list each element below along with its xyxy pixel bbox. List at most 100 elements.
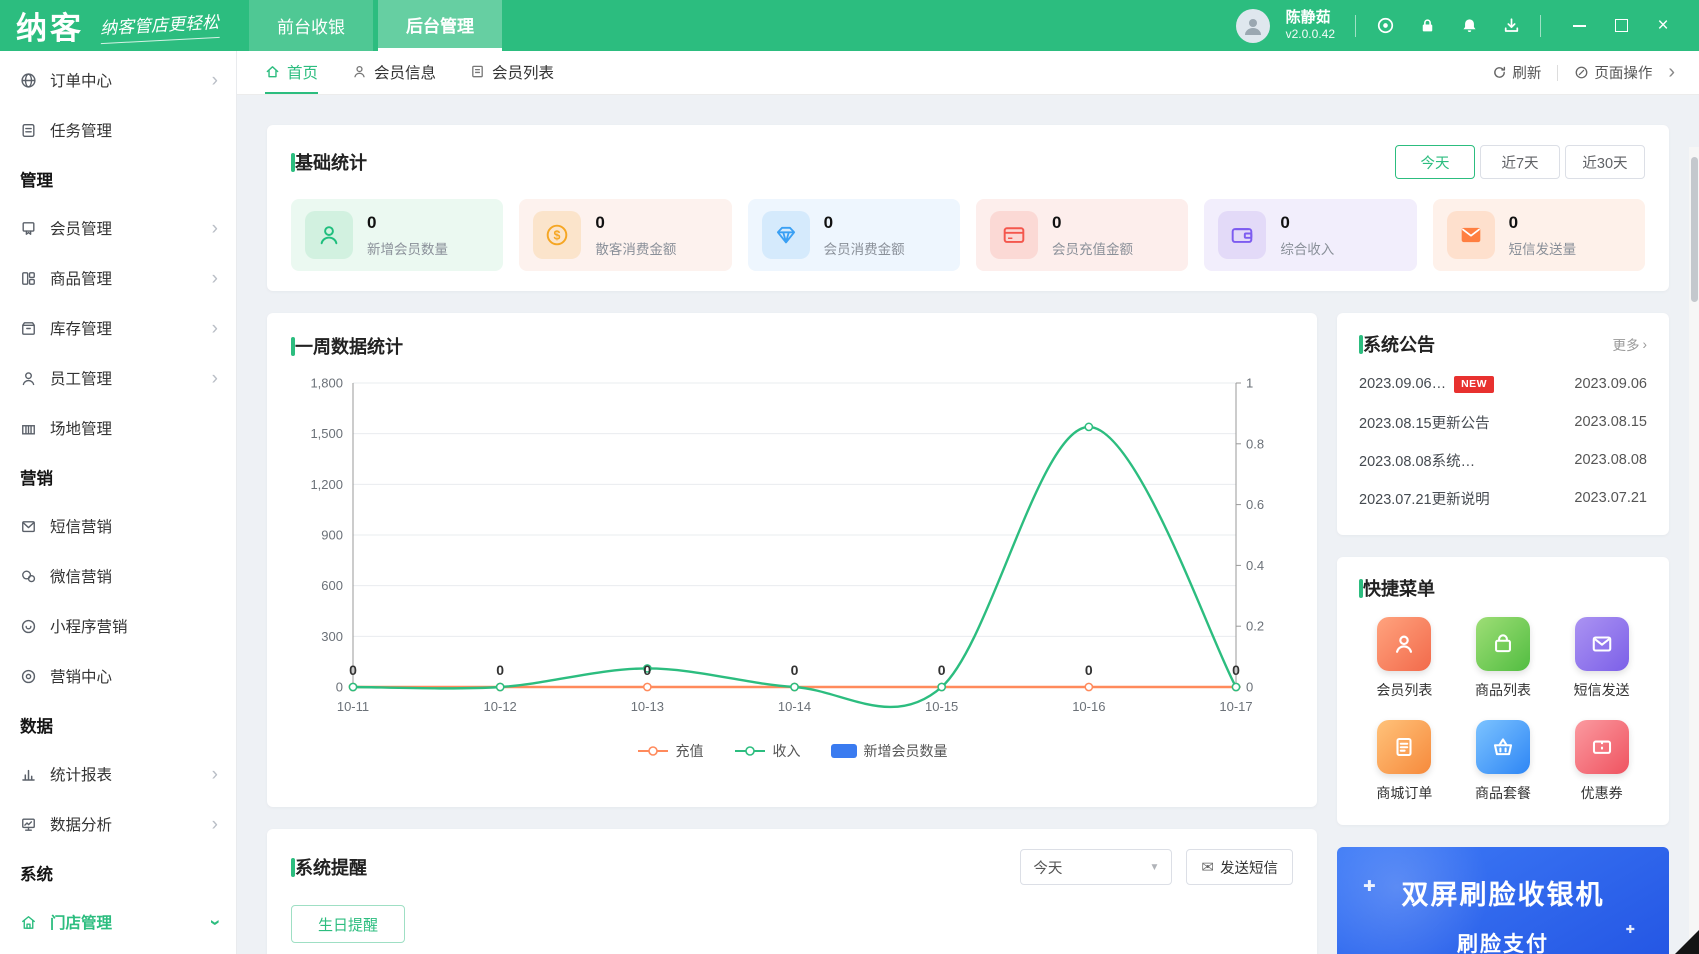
new-badge: NEW <box>1454 375 1495 393</box>
banner-title: 双屏刷脸收银机 <box>1401 880 1605 910</box>
period-today-button[interactable]: 今天 <box>1395 145 1475 179</box>
quick-mall-orders[interactable]: 商城订单 <box>1376 720 1432 803</box>
quick-label: 会员列表 <box>1376 682 1433 698</box>
chevron-right-icon[interactable]: › <box>1668 61 1675 84</box>
reminder-period-select[interactable]: 今天 ▼ <box>1020 849 1173 885</box>
lock-icon[interactable] <box>1414 13 1440 39</box>
sidebar-item-sms-marketing[interactable]: 短信营销 <box>0 501 236 551</box>
document-icon <box>1377 720 1432 774</box>
minimize-button[interactable] <box>1563 11 1595 41</box>
legend-item-recharge[interactable]: 充值 <box>637 741 704 761</box>
weekly-stats-title: 一周数据统计 <box>295 337 403 357</box>
sidebar-item-label: 场地管理 <box>50 421 113 438</box>
birthday-reminder-tab[interactable]: 生日提醒 <box>291 905 405 943</box>
quick-menu-title: 快捷菜单 <box>1363 579 1435 599</box>
svg-text:1,500: 1,500 <box>310 426 343 441</box>
download-icon[interactable] <box>1498 13 1524 39</box>
mail-icon <box>1446 211 1495 259</box>
app-version: v2.0.0.42 <box>1285 27 1335 42</box>
sidebar-item-task[interactable]: 任务管理 <box>0 105 236 155</box>
goods-icon <box>22 271 35 285</box>
divider <box>1355 14 1356 37</box>
chevron-right-icon: › <box>211 69 218 91</box>
quick-goods-list[interactable]: 商品列表 <box>1475 617 1531 700</box>
stats-title: 基础统计 <box>295 153 367 173</box>
venue-icon <box>22 424 35 435</box>
svg-text:1,800: 1,800 <box>310 376 343 391</box>
tab-member-list[interactable]: 会员列表 <box>470 51 554 94</box>
sidebar-item-store[interactable]: 门店管理 › <box>0 897 236 947</box>
notice-more-link[interactable]: 更多 › <box>1613 334 1648 354</box>
sidebar-item-report[interactable]: 统计报表 › <box>0 749 236 799</box>
quick-member-list[interactable]: 会员列表 <box>1376 617 1432 700</box>
corner-expand-button[interactable] <box>1675 930 1699 954</box>
nav-cashier[interactable]: 前台收银 <box>249 0 373 51</box>
sidebar-item-staff[interactable]: 员工管理 › <box>0 353 236 403</box>
report-icon <box>22 769 35 781</box>
nav-admin[interactable]: 后台管理 <box>378 0 502 51</box>
quick-menu-grid: 会员列表 商品列表 短信发送 商城订单 商品套餐 优惠券 <box>1359 617 1647 803</box>
chart-legend: 充值 收入 新增会员数量 <box>291 741 1293 761</box>
avatar-person-icon <box>1244 18 1261 35</box>
sidebar-item-goods[interactable]: 商品管理 › <box>0 253 236 303</box>
sidebar-item-marketing-center[interactable]: 营销中心 <box>0 651 236 701</box>
period-7days-button[interactable]: 近7天 <box>1480 145 1560 179</box>
send-sms-label: 发送短信 <box>1220 860 1278 877</box>
sidebar-item-wechat-marketing[interactable]: 微信营销 <box>0 551 236 601</box>
legend-item-new-members[interactable]: 新增会员数量 <box>830 741 948 761</box>
stat-card-member-recharge: 0 会员充值金额 <box>975 199 1189 271</box>
sidebar-item-inventory[interactable]: 库存管理 › <box>0 303 236 353</box>
app-logo: 纳客 <box>16 11 84 46</box>
stat-card-member-spend: 0 会员消费金额 <box>747 199 960 271</box>
svg-text:10-14: 10-14 <box>778 699 811 714</box>
bell-icon[interactable] <box>1456 13 1482 39</box>
vertical-scrollbar[interactable] <box>1689 147 1699 954</box>
avatar[interactable] <box>1235 8 1270 43</box>
sidebar-item-miniapp-marketing[interactable]: 小程序营销 <box>0 601 236 651</box>
maximize-button[interactable] <box>1605 11 1637 41</box>
stat-value: 0 <box>367 212 377 232</box>
window-controls: × <box>1563 11 1679 41</box>
notice-item[interactable]: 2023.08.15更新公告 2023.08.15 <box>1359 403 1647 441</box>
quick-menu-card: 快捷菜单 会员列表 商品列表 短信发送 商城订单 商品套餐 优惠券 <box>1337 557 1669 825</box>
notice-item[interactable]: 2023.08.08系统… 2023.08.08 <box>1359 441 1647 479</box>
sidebar-item-analysis[interactable]: 数据分析 › <box>0 799 236 849</box>
quick-sms-send[interactable]: 短信发送 <box>1574 617 1630 700</box>
svg-text:0: 0 <box>349 662 357 678</box>
user-info[interactable]: 陈静茹 v2.0.0.42 <box>1286 8 1335 43</box>
person-icon <box>1377 617 1432 671</box>
system-notice-card: 系统公告 更多 › 2023.09.06… NEW 2023.09.06 2023… <box>1337 313 1669 535</box>
close-button[interactable]: × <box>1647 11 1679 41</box>
stat-value: 0 <box>595 212 605 232</box>
refresh-button[interactable]: 刷新 <box>1492 62 1541 83</box>
sidebar-item-label: 数据分析 <box>50 817 113 834</box>
tab-home[interactable]: 首页 <box>265 51 319 94</box>
page-ops-button[interactable]: 页面操作 <box>1574 62 1652 83</box>
svg-text:$: $ <box>554 229 561 243</box>
notice-item-title: 2023.09.06… <box>1359 376 1447 392</box>
tab-member-info[interactable]: 会员信息 <box>352 51 436 94</box>
send-sms-button[interactable]: ✉ 发送短信 <box>1186 849 1293 885</box>
support-icon[interactable] <box>1372 13 1398 39</box>
notice-item-title: 2023.07.21更新说明 <box>1359 491 1490 508</box>
notice-item[interactable]: 2023.07.21更新说明 2023.07.21 <box>1359 479 1647 517</box>
quick-coupons[interactable]: 优惠券 <box>1574 720 1629 803</box>
quick-goods-packages[interactable]: 商品套餐 <box>1475 720 1531 803</box>
notice-item[interactable]: 2023.09.06… NEW 2023.09.06 <box>1359 365 1647 403</box>
sidebar-item-label: 统计报表 <box>50 767 113 784</box>
basic-stats-card: 基础统计 今天 近7天 近30天 0 新增会员数量 $ 0 散客消费金额 0 会… <box>267 125 1669 291</box>
refresh-icon <box>1494 66 1506 78</box>
chevron-right-icon: › <box>211 317 218 339</box>
sidebar-item-venue[interactable]: 场地管理 <box>0 403 236 453</box>
period-30days-button[interactable]: 近30天 <box>1565 145 1645 179</box>
sidebar-item-label: 任务管理 <box>50 123 113 140</box>
select-value: 今天 <box>1033 860 1063 877</box>
svg-text:0: 0 <box>1246 680 1253 695</box>
promo-banner[interactable]: ✚ ✚ 双屏刷脸收银机 刷脸支付 <box>1337 847 1669 954</box>
sidebar-item-member[interactable]: 会员管理 › <box>0 203 236 253</box>
legend-item-income[interactable]: 收入 <box>734 741 801 761</box>
scrollbar-thumb[interactable] <box>1690 157 1698 302</box>
svg-text:300: 300 <box>321 629 343 644</box>
svg-text:10-16: 10-16 <box>1072 699 1105 714</box>
sidebar-item-order-center[interactable]: 订单中心 › <box>0 55 236 105</box>
